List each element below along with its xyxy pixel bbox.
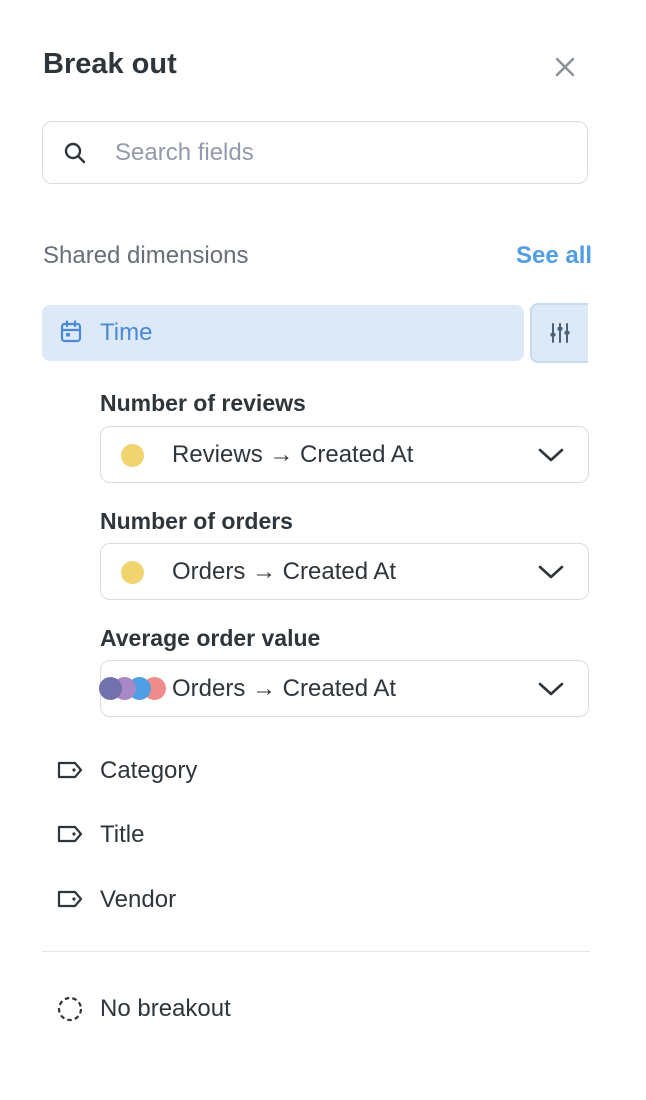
source-dot-icon [121,444,144,467]
search-input[interactable] [113,132,567,174]
panel-title: Break out [43,48,177,80]
tag-icon [57,825,83,843]
column-select-reviews[interactable]: Reviews → Created At [100,426,589,483]
calendar-icon [60,320,82,343]
column-select-average-order-value[interactable]: Orders → Created At [99,660,589,717]
time-label: Time [100,319,153,346]
field-label: Vendor [100,886,177,913]
time-dimension-item[interactable]: Time [42,305,524,361]
search-icon [64,142,86,164]
source-dots-icon [99,677,169,702]
source-dot [99,677,122,700]
metric-title-reviews: Number of reviews [100,390,306,416]
dashed-circle-icon [57,996,83,1022]
column-select-value: Reviews → Created At [172,441,414,468]
no-breakout-item[interactable]: No breakout [56,990,556,1030]
chevron-down-icon [538,448,564,462]
sliders-icon [550,323,570,343]
see-all-link[interactable]: See all [516,242,592,270]
chevron-down-icon [538,682,564,696]
field-label: Title [100,821,145,848]
close-icon [555,57,575,77]
column-select-value: Orders → Created At [172,558,397,585]
field-item-title[interactable]: Title [56,816,556,856]
no-breakout-label: No breakout [100,995,231,1022]
column-select-orders[interactable]: Orders → Created At [100,543,589,600]
field-label: Category [100,757,198,784]
close-button[interactable] [550,52,580,82]
chevron-down-icon [538,565,564,579]
metric-title-average-order-value: Average order value [100,625,321,651]
time-settings-button[interactable] [530,303,588,363]
field-item-vendor[interactable]: Vendor [56,881,556,921]
divider [42,951,590,952]
field-item-category[interactable]: Category [56,752,556,792]
tag-icon [57,890,83,908]
tag-icon [57,761,83,779]
metric-title-orders: Number of orders [100,508,293,534]
shared-dimensions-label: Shared dimensions [43,242,249,269]
search-box[interactable] [42,121,588,184]
source-dot-icon [121,561,144,584]
column-select-value: Orders → Created At [172,675,397,702]
